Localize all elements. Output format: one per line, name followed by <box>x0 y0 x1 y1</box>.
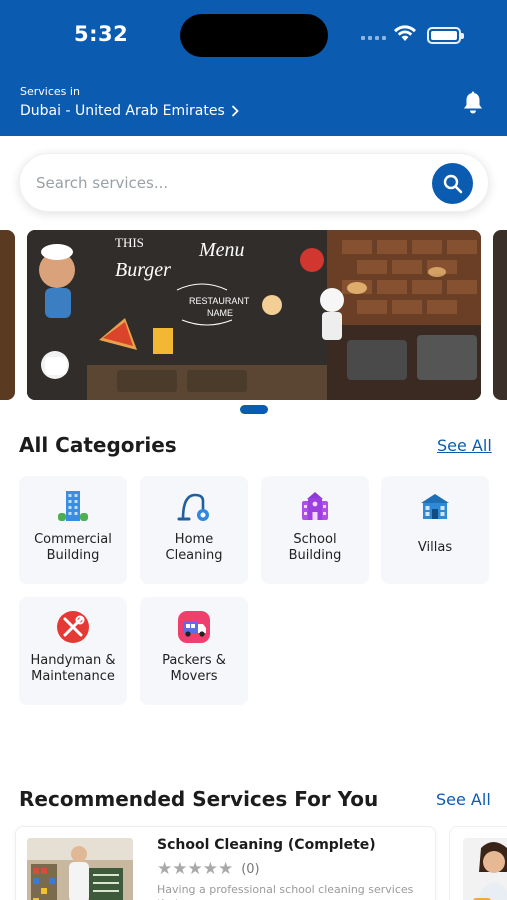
location-label: Services in <box>20 85 80 98</box>
rating-stars-icon: ★★★★★ <box>157 859 234 879</box>
service-card-next[interactable] <box>449 826 507 900</box>
search-icon <box>443 174 462 193</box>
banner-menu-text: Menu <box>198 239 245 261</box>
category-label: Commercial Building <box>34 532 112 563</box>
promo-banner[interactable]: THIS Burger Menu RESTAURANT NAME <box>27 230 481 400</box>
banner-previous-slide[interactable] <box>0 230 15 400</box>
service-card-image <box>463 838 507 900</box>
rating-count: (0) <box>241 861 260 877</box>
category-label: Villas <box>417 540 453 555</box>
banner-restaurant-text: RESTAURANT <box>189 296 250 306</box>
recommended-see-all-link[interactable]: See All <box>436 790 491 809</box>
villa-house-icon <box>417 488 453 524</box>
category-commercial-building[interactable]: Commercial Building <box>19 476 127 584</box>
restaurant-banner-image: THIS Burger Menu RESTAURANT NAME <box>27 230 481 400</box>
school-building-icon <box>297 488 333 524</box>
category-home-cleaning[interactable]: Home Cleaning <box>140 476 248 584</box>
category-label: Handyman & Maintenance <box>30 653 116 684</box>
category-label: Home Cleaning <box>165 532 223 563</box>
service-rating: ★★★★★ (0) <box>157 859 260 879</box>
service-description: Having a professional school cleaning se… <box>157 883 414 900</box>
service-card[interactable]: School Cleaning (Complete) ★★★★★ (0) Hav… <box>15 826 436 900</box>
dynamic-island <box>180 14 328 57</box>
service-card-image <box>27 838 133 900</box>
office-building-icon <box>55 488 91 524</box>
cellular-signal-icon <box>361 36 386 40</box>
service-title: School Cleaning (Complete) <box>157 837 376 853</box>
location-selector[interactable]: Dubai - United Arab Emirates <box>20 103 239 119</box>
chevron-right-icon <box>231 105 239 117</box>
category-label: Packers & Movers <box>162 653 226 684</box>
carousel-indicator <box>240 405 268 414</box>
all-categories-title: All Categories <box>19 433 177 457</box>
location-value: Dubai - United Arab Emirates <box>20 103 225 119</box>
banner-this-text: THIS <box>115 235 144 250</box>
app-header: 5:32 Services in Dubai - United Arab Emi… <box>0 0 507 136</box>
moving-truck-icon <box>176 609 212 645</box>
tools-icon <box>55 609 91 645</box>
category-villas[interactable]: Villas <box>381 476 489 584</box>
vacuum-cleaner-icon <box>176 488 212 524</box>
categories-see-all-link[interactable]: See All <box>437 436 492 455</box>
banner-next-slide[interactable] <box>493 230 507 400</box>
wifi-icon <box>394 25 416 41</box>
notification-bell-icon[interactable] <box>462 91 484 115</box>
category-packers-movers[interactable]: Packers & Movers <box>140 597 248 705</box>
search-bar <box>19 153 489 212</box>
status-time: 5:32 <box>74 22 129 46</box>
category-handyman-maintenance[interactable]: Handyman & Maintenance <box>19 597 127 705</box>
banner-burger-text: Burger <box>115 259 171 281</box>
banner-name-text: NAME <box>207 308 233 318</box>
category-school-building[interactable]: School Building <box>261 476 369 584</box>
search-input[interactable] <box>36 172 416 194</box>
search-button[interactable] <box>432 163 473 204</box>
category-label: School Building <box>288 532 342 563</box>
recommended-services-title: Recommended Services For You <box>19 787 379 811</box>
battery-icon <box>427 27 464 44</box>
